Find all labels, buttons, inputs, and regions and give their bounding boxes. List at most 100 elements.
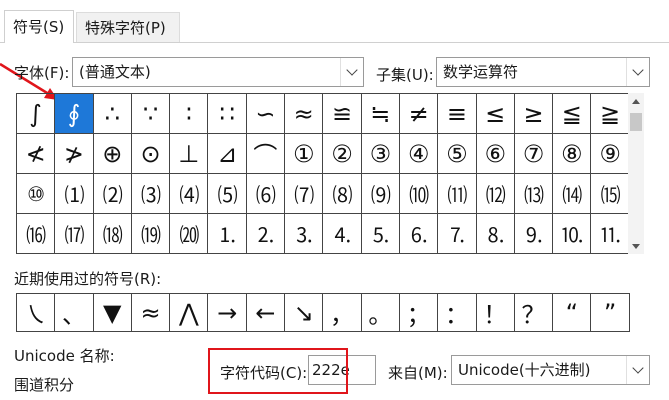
symbol-cell[interactable]: ≥ (514, 94, 554, 134)
symbol-cell[interactable]: ⑺ (285, 174, 324, 214)
recent-symbol-cell[interactable]: ， (323, 294, 362, 332)
symbol-cell[interactable]: ⒐ (514, 214, 554, 254)
symbol-cell[interactable]: ⒀ (514, 174, 554, 214)
symbol-cell[interactable]: ∴ (93, 94, 132, 134)
triangle-down-icon (632, 243, 640, 249)
scroll-thumb[interactable] (630, 113, 642, 131)
symbol-cell[interactable]: ⑨ (591, 134, 630, 174)
symbol-cell[interactable]: ⑾ (438, 174, 477, 214)
symbol-cell[interactable]: ⒂ (591, 174, 630, 214)
tab-special-characters[interactable]: 特殊字符(P) (76, 12, 180, 42)
symbol-cell[interactable]: ⊥ (170, 134, 209, 174)
symbol-cell[interactable]: ≯ (55, 134, 94, 174)
symbol-cell[interactable]: ⒎ (438, 214, 477, 254)
symbol-cell[interactable]: ⒃ (17, 214, 56, 254)
symbol-cell[interactable]: ⑶ (131, 174, 171, 214)
symbol-cell[interactable]: ③ (361, 134, 400, 174)
recent-symbol-cell[interactable]: ！ (476, 294, 515, 332)
symbol-cell[interactable]: ⒍ (399, 214, 439, 254)
symbol-cell[interactable]: ① (285, 134, 324, 174)
symbol-cell[interactable]: ⊿ (208, 134, 247, 174)
symbol-cell[interactable]: ≮ (17, 134, 56, 174)
from-select-value: Unicode(十六进制) (458, 361, 591, 379)
chevron-down-icon (346, 64, 358, 76)
symbol-cell[interactable]: ⑸ (208, 174, 247, 214)
from-select-dropdown[interactable] (626, 356, 649, 384)
subset-select[interactable]: 数学运算符 (436, 57, 650, 87)
symbol-cell[interactable]: ⑧ (553, 134, 592, 174)
symbol-cell[interactable]: ∶ (170, 94, 209, 134)
symbol-cell[interactable]: ≤ (476, 94, 515, 134)
symbol-cell[interactable]: ⒁ (553, 174, 592, 214)
symbol-cell[interactable]: ⑵ (93, 174, 132, 214)
symbol-cell[interactable]: ⑹ (246, 174, 286, 214)
symbol-cell[interactable]: ∽ (246, 94, 286, 134)
symbol-cell[interactable]: ⒄ (55, 214, 94, 254)
symbol-cell[interactable]: ≡ (438, 94, 477, 134)
subset-select-value: 数学运算符 (443, 63, 519, 81)
recent-symbol-cell[interactable]: ← (246, 294, 286, 332)
recent-symbol-cell[interactable]: ： (438, 294, 477, 332)
symbol-cell[interactable]: ≧ (591, 94, 630, 134)
symbol-cell[interactable]: ⒅ (93, 214, 132, 254)
symbol-cell[interactable]: ② (323, 134, 362, 174)
symbol-cell[interactable]: ∫ (17, 94, 56, 134)
symbol-cell[interactable]: ⑷ (170, 174, 209, 214)
symbol-cell[interactable]: ⒏ (476, 214, 515, 254)
symbol-grid-scrollbar[interactable] (628, 93, 644, 254)
scroll-down-button[interactable] (628, 238, 644, 254)
symbol-cell-selected[interactable]: ∮ (55, 94, 94, 134)
chevron-down-icon (632, 362, 644, 374)
recent-symbol-cell[interactable]: ？ (514, 294, 554, 332)
symbol-cell[interactable]: ⌒ (246, 134, 286, 174)
tab-symbols[interactable]: 符号(S) (4, 10, 74, 43)
symbol-cell[interactable]: ≦ (553, 94, 592, 134)
recent-symbol-cell[interactable]: 。 (361, 294, 400, 332)
font-select[interactable]: (普通文本) (72, 57, 364, 87)
symbol-cell[interactable]: ⑤ (438, 134, 477, 174)
font-select-dropdown[interactable] (340, 58, 363, 86)
recent-symbol-cell[interactable]: ㇏ (17, 294, 56, 332)
symbol-cell[interactable]: ⑩ (17, 174, 56, 214)
from-select[interactable]: Unicode(十六进制) (451, 355, 650, 385)
symbol-cell[interactable]: ⒆ (131, 214, 171, 254)
symbol-cell[interactable]: ∷ (208, 94, 247, 134)
unicode-name-value: 围道积分 (14, 376, 75, 394)
symbol-cell[interactable]: ⑴ (55, 174, 94, 214)
symbol-cell[interactable]: ⑿ (476, 174, 515, 214)
recent-symbol-cell[interactable]: → (208, 294, 247, 332)
recent-symbol-cell[interactable]: ⋀ (170, 294, 209, 332)
symbol-cell[interactable]: ⊙ (131, 134, 171, 174)
recent-symbol-cell[interactable]: ” (591, 294, 630, 332)
recent-symbol-cell[interactable]: ≈ (131, 294, 171, 332)
symbol-cell[interactable]: ≠ (399, 94, 439, 134)
scroll-up-button[interactable] (628, 93, 644, 109)
symbol-cell[interactable]: ⒌ (361, 214, 400, 254)
symbol-cell[interactable]: ⑦ (514, 134, 554, 174)
subset-label: 子集(U): (376, 66, 434, 84)
recent-symbol-cell[interactable]: ▼ (93, 294, 132, 332)
font-label: 字体(F): (14, 64, 70, 82)
symbol-cell[interactable]: ⑻ (323, 174, 362, 214)
symbol-cell[interactable]: ∵ (131, 94, 171, 134)
symbol-cell[interactable]: ⒊ (285, 214, 324, 254)
recent-symbol-cell[interactable]: ↘ (285, 294, 324, 332)
symbol-cell[interactable]: ⑽ (399, 174, 439, 214)
symbol-cell[interactable]: ≈ (285, 94, 324, 134)
symbol-cell[interactable]: ⑥ (476, 134, 515, 174)
symbol-cell[interactable]: ⊕ (93, 134, 132, 174)
recent-symbol-cell[interactable]: ； (399, 294, 439, 332)
symbol-cell[interactable]: ≌ (323, 94, 362, 134)
symbol-cell[interactable]: ⒒ (591, 214, 630, 254)
symbol-cell[interactable]: ⑼ (361, 174, 400, 214)
recent-symbol-cell[interactable]: “ (553, 294, 592, 332)
recent-symbol-cell[interactable]: 、 (55, 294, 94, 332)
symbol-cell[interactable]: ⒋ (323, 214, 362, 254)
symbol-cell[interactable]: ⒈ (208, 214, 247, 254)
symbol-cell[interactable]: ⒑ (553, 214, 592, 254)
symbol-cell[interactable]: ⒇ (170, 214, 209, 254)
subset-select-dropdown[interactable] (626, 58, 649, 86)
symbol-cell[interactable]: ≒ (361, 94, 400, 134)
symbol-cell[interactable]: ⒉ (246, 214, 286, 254)
symbol-cell[interactable]: ④ (399, 134, 439, 174)
